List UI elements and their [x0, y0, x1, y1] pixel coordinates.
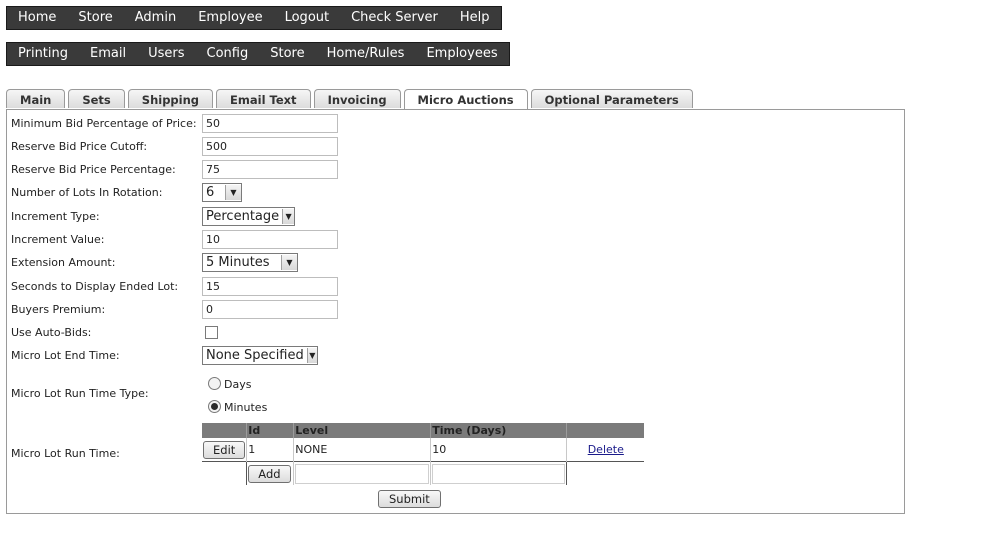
extension-select[interactable]: 5 Minutes ▼: [202, 253, 298, 272]
tab-email-text[interactable]: Email Text: [216, 89, 311, 108]
col-header-level: Level: [293, 423, 431, 438]
chevron-down-icon: ▼: [282, 209, 294, 224]
nav-admin[interactable]: Admin: [124, 7, 187, 29]
reserve-cutoff-label: Reserve Bid Price Cutoff:: [11, 140, 148, 153]
config-tabs: Main Sets Shipping Email Text Invoicing …: [6, 89, 696, 110]
lots-label: Number of Lots In Rotation:: [11, 186, 163, 199]
row-time: 10: [430, 438, 567, 462]
increment-type-select[interactable]: Percentage ▼: [202, 207, 295, 226]
subnav-users[interactable]: Users: [137, 43, 195, 65]
subnav-email[interactable]: Email: [79, 43, 137, 65]
increment-value-label: Increment Value:: [11, 233, 105, 246]
nav-logout[interactable]: Logout: [274, 7, 341, 29]
run-type-days-label: Days: [224, 378, 252, 391]
col-header-actions: [202, 423, 247, 438]
chevron-down-icon: ▼: [306, 348, 317, 363]
admin-sub-nav-bar: Printing Email Users Config Store Home/R…: [6, 42, 510, 66]
increment-type-label: Increment Type:: [11, 210, 100, 223]
reserve-pct-input[interactable]: 75: [202, 160, 338, 179]
tab-micro-auctions[interactable]: Micro Auctions: [403, 89, 528, 110]
col-header-delete: [566, 423, 645, 438]
run-time-label: Micro Lot Run Time:: [11, 447, 120, 460]
reserve-cutoff-input[interactable]: 500: [202, 137, 338, 156]
chevron-down-icon: ▼: [225, 185, 241, 200]
micro-auctions-panel: Minimum Bid Percentage of Price: 50 Rese…: [6, 109, 905, 514]
table-add-row: Add: [202, 461, 645, 485]
autobids-label: Use Auto-Bids:: [11, 326, 92, 339]
nav-employee[interactable]: Employee: [187, 7, 273, 29]
min-bid-input[interactable]: 50: [202, 114, 338, 133]
seconds-input[interactable]: 15: [202, 277, 338, 296]
nav-help[interactable]: Help: [449, 7, 501, 29]
extension-label: Extension Amount:: [11, 256, 116, 269]
min-bid-label: Minimum Bid Percentage of Price:: [11, 117, 197, 130]
run-type-minutes-label: Minutes: [224, 401, 268, 414]
increment-value-input[interactable]: 10: [202, 230, 338, 249]
run-type-label: Micro Lot Run Time Type:: [11, 387, 149, 400]
tab-shipping[interactable]: Shipping: [127, 89, 214, 108]
add-button[interactable]: Add: [248, 464, 291, 483]
delete-link[interactable]: Delete: [588, 443, 624, 456]
lots-select[interactable]: 6 ▼: [202, 183, 242, 202]
row-level: NONE: [293, 438, 431, 462]
col-header-id: Id: [246, 423, 294, 438]
end-time-label: Micro Lot End Time:: [11, 349, 120, 362]
buyers-premium-input[interactable]: 0: [202, 300, 338, 319]
nav-home[interactable]: Home: [7, 7, 67, 29]
subnav-printing[interactable]: Printing: [7, 43, 79, 65]
end-time-select[interactable]: None Specified ▼: [202, 346, 318, 365]
nav-check-server[interactable]: Check Server: [340, 7, 449, 29]
increment-type-select-value: Percentage: [206, 209, 280, 224]
buyers-premium-label: Buyers Premium:: [11, 303, 106, 316]
edit-button[interactable]: Edit: [203, 440, 246, 459]
col-header-time: Time (Days): [430, 423, 567, 438]
seconds-label: Seconds to Display Ended Lot:: [11, 280, 179, 293]
new-time-input[interactable]: [432, 463, 566, 484]
tab-invoicing[interactable]: Invoicing: [313, 89, 401, 108]
run-type-minutes-radio[interactable]: [208, 400, 221, 413]
top-nav-bar: Home Store Admin Employee Logout Check S…: [6, 6, 502, 30]
extension-select-value: 5 Minutes: [206, 255, 270, 270]
subnav-home-rules[interactable]: Home/Rules: [316, 43, 416, 65]
subnav-employees[interactable]: Employees: [415, 43, 508, 65]
table-header-row: Id Level Time (Days): [202, 423, 645, 438]
run-type-days-radio[interactable]: [208, 377, 221, 390]
table-row: Edit 1 NONE 10 Delete: [202, 438, 645, 462]
row-id: 1: [246, 438, 294, 462]
tab-sets[interactable]: Sets: [68, 89, 125, 108]
lots-select-value: 6: [206, 185, 215, 200]
reserve-pct-label: Reserve Bid Price Percentage:: [11, 163, 176, 176]
new-level-input[interactable]: [295, 463, 430, 484]
tab-main[interactable]: Main: [6, 89, 66, 108]
submit-button[interactable]: Submit: [378, 490, 441, 508]
chevron-down-icon: ▼: [281, 255, 297, 270]
run-time-table: Id Level Time (Days) Edit 1 NONE 10 Dele…: [202, 423, 645, 485]
nav-store[interactable]: Store: [67, 7, 123, 29]
end-time-select-value: None Specified: [206, 348, 304, 363]
subnav-config[interactable]: Config: [196, 43, 260, 65]
subnav-store[interactable]: Store: [259, 43, 315, 65]
autobids-checkbox[interactable]: [205, 326, 218, 339]
tab-optional-parameters[interactable]: Optional Parameters: [530, 89, 693, 108]
